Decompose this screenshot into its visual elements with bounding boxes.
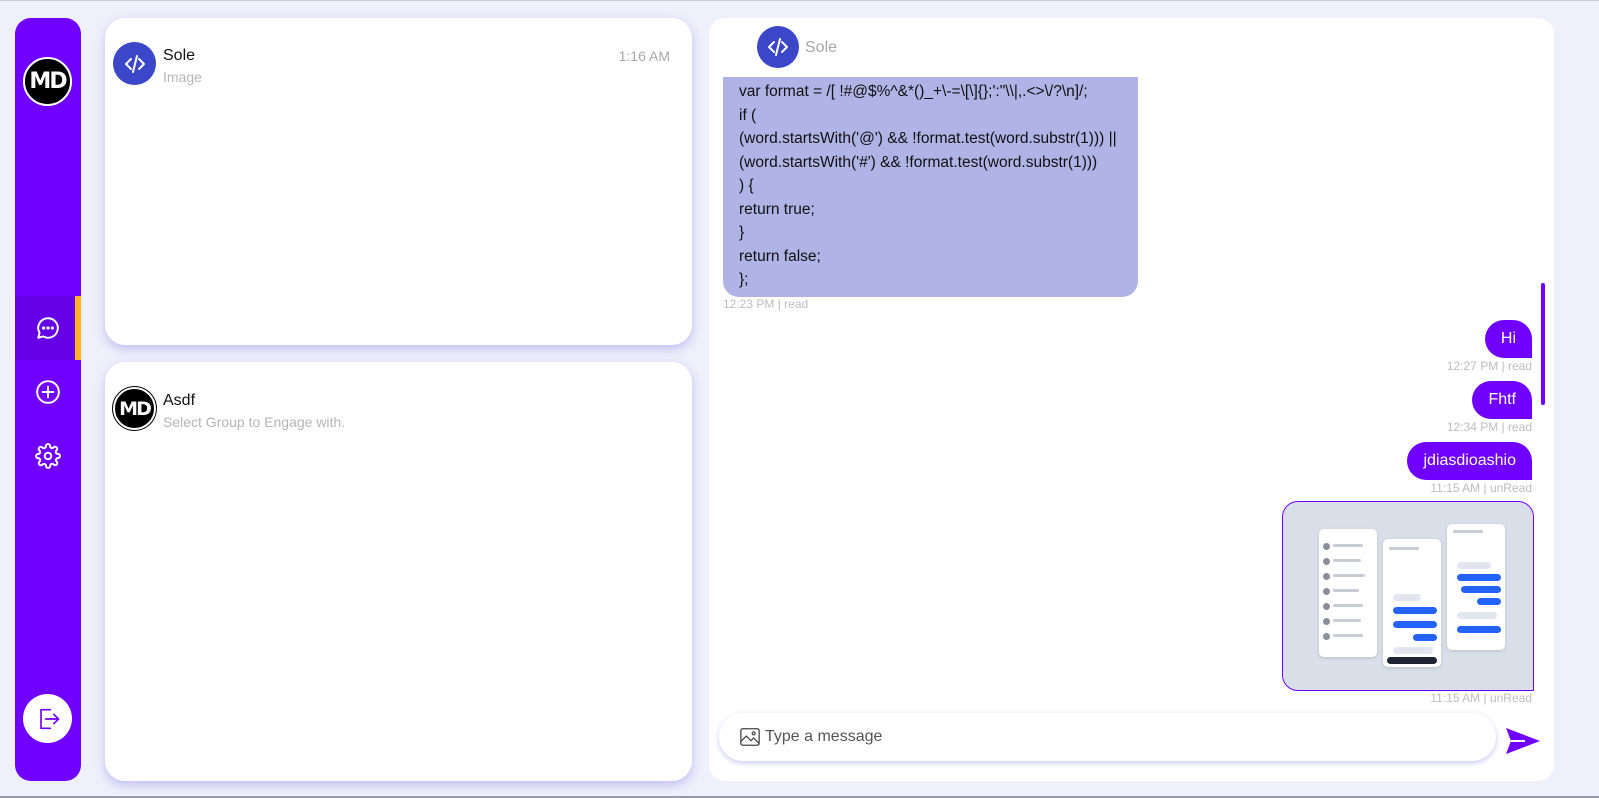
chat-header-name: Sole — [805, 39, 838, 56]
outgoing-message-bubble: Fhtf — [1472, 381, 1532, 419]
logout-icon — [39, 708, 59, 729]
code-line: ) { — [739, 177, 754, 194]
message-meta: 11:15 AM | unRead — [1430, 691, 1532, 705]
code-line: }; — [739, 271, 749, 288]
code-line: } — [739, 224, 745, 241]
chat-header-avatar — [757, 26, 799, 68]
code-icon — [124, 54, 145, 73]
sidebar: MD — [15, 18, 81, 781]
group-avatar — [113, 42, 156, 85]
message-meta: 12:23 PM | read — [723, 297, 809, 311]
group-avatar: MD — [113, 387, 156, 430]
preview-phone-voice — [1447, 524, 1505, 650]
message-meta: 11:15 AM | unRead — [1430, 481, 1532, 495]
incoming-message-bubble: var format = /[ !#@$%^&*()_+\-=\[\]{};':… — [723, 77, 1138, 297]
message-composer — [719, 713, 1496, 761]
message-meta: 12:34 PM | read — [1446, 420, 1532, 434]
code-line: if ( — [739, 106, 757, 124]
code-line: return true; — [739, 200, 815, 218]
sidebar-item-new-group[interactable] — [15, 360, 81, 424]
logout-button[interactable] — [23, 694, 72, 743]
code-line: var format = /[ !#@$%^&*()_+\-=\[\]{};':… — [739, 83, 1088, 100]
chat-scrollbar[interactable] — [1541, 283, 1545, 405]
code-line: (word.startsWith('#') && !format.test(wo… — [739, 153, 1098, 171]
group-card-sole[interactable]: Sole Image 1:16 AM — [105, 18, 692, 345]
image-attach-icon[interactable] — [739, 726, 761, 748]
send-icon — [1506, 728, 1540, 754]
code-line: (word.startsWith('@') && !format.test(wo… — [739, 130, 1117, 147]
group-time: 1:16 AM — [618, 48, 670, 64]
add-circle-icon — [36, 380, 60, 404]
gear-icon — [35, 443, 61, 469]
app-logo[interactable]: MD — [23, 57, 72, 106]
outgoing-message-bubble: jdiasdioashio — [1407, 442, 1532, 480]
chat-icon — [37, 317, 59, 339]
group-last-message: Image — [163, 69, 202, 85]
code-icon — [768, 38, 788, 56]
outgoing-message-bubble: Hi — [1484, 320, 1532, 358]
preview-phone-chat — [1383, 539, 1441, 667]
send-button[interactable] — [1505, 726, 1541, 761]
message-meta: 12:27 PM | read — [1446, 359, 1532, 373]
image-message[interactable] — [1282, 501, 1534, 691]
message-input[interactable] — [765, 723, 1465, 751]
sidebar-item-settings[interactable] — [15, 424, 81, 488]
chat-panel: Sole var format = /[ !#@$%^&*()_+\-=\[\]… — [709, 18, 1554, 781]
group-card-asdf[interactable]: MD Asdf Select Group to Engage with. — [105, 362, 692, 781]
preview-phone-list — [1319, 529, 1377, 657]
group-name: Sole — [163, 47, 196, 64]
group-last-message: Select Group to Engage with. — [163, 414, 346, 430]
group-name: Asdf — [163, 392, 196, 409]
code-line: return false; — [739, 247, 821, 265]
sidebar-item-chats[interactable] — [15, 296, 81, 360]
